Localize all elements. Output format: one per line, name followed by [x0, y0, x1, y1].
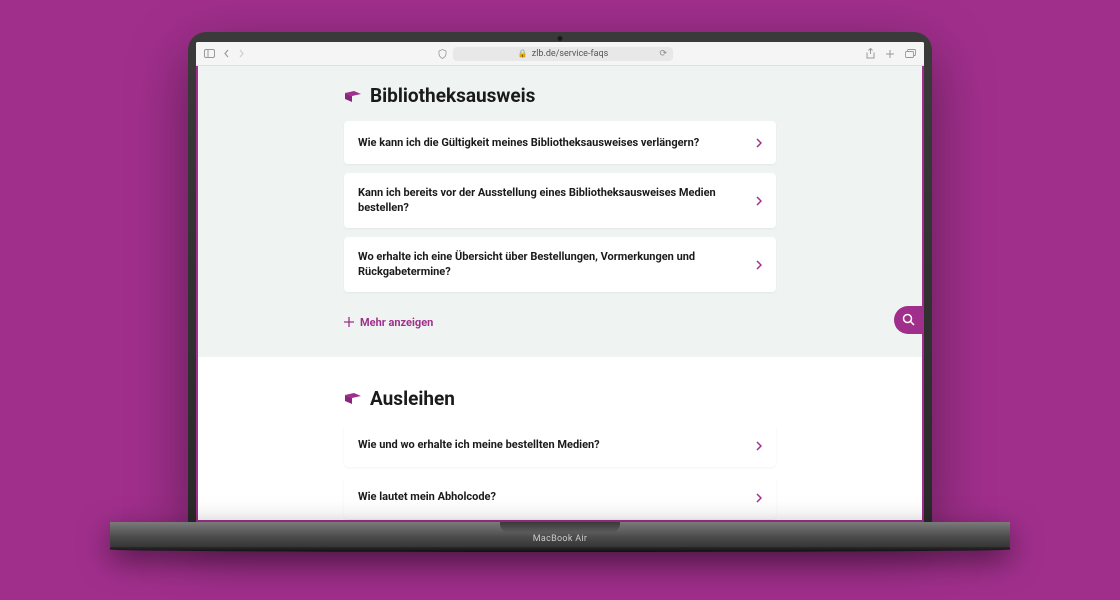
sidebar-toggle-icon[interactable] [204, 49, 215, 58]
url-text: zlb.de/service-faqs [532, 49, 609, 59]
camera-dot [558, 36, 563, 41]
site-content: Bibliotheksausweis Wie kann ich die Gült… [196, 66, 924, 522]
laptop-label: MacBook Air [533, 534, 588, 544]
section-heading: Ausleihen [344, 387, 776, 410]
screen: 🔒 zlb.de/service-faqs ⟳ [196, 42, 924, 522]
book-icon [344, 89, 362, 103]
section-heading: Bibliotheksausweis [344, 84, 776, 107]
laptop-mockup: 🔒 zlb.de/service-faqs ⟳ [188, 32, 932, 550]
chevron-right-icon [756, 436, 762, 455]
chevron-right-icon [756, 191, 762, 210]
laptop-base: MacBook Air [110, 522, 1010, 550]
faq-section-ausleihen: Ausleihen Wie und wo erhalte ich meine b… [198, 357, 922, 522]
tabs-icon[interactable] [905, 49, 916, 58]
plus-icon [344, 317, 354, 327]
show-more-button[interactable]: Mehr anzeigen [344, 316, 776, 329]
faq-item[interactable]: Wie kann ich die Gültigkeit meines Bibli… [344, 121, 776, 164]
lock-icon: 🔒 [518, 49, 528, 58]
faq-list: Wie kann ich die Gültigkeit meines Bibli… [344, 121, 776, 292]
laptop-screen-bezel: 🔒 zlb.de/service-faqs ⟳ [188, 32, 932, 522]
faq-question: Wie kann ich die Gültigkeit meines Bibli… [358, 135, 699, 150]
chevron-right-icon [756, 488, 762, 507]
faq-item[interactable]: Wie lautet mein Abholcode? [344, 476, 776, 519]
show-more-label: Mehr anzeigen [360, 316, 433, 329]
chevron-right-icon [756, 255, 762, 274]
chevron-right-icon [756, 133, 762, 152]
faq-item[interactable]: Wo erhalte ich eine Übersicht über Beste… [344, 237, 776, 292]
section-title: Bibliotheksausweis [370, 84, 535, 107]
book-icon [344, 391, 362, 405]
faq-item[interactable]: Wie und wo erhalte ich meine bestellten … [344, 424, 776, 467]
faq-item[interactable]: Kann ich bereits vor der Ausstellung ein… [344, 173, 776, 228]
faq-question: Wie und wo erhalte ich meine bestellten … [358, 437, 600, 452]
back-icon[interactable] [223, 49, 230, 58]
browser-toolbar: 🔒 zlb.de/service-faqs ⟳ [196, 42, 924, 66]
share-icon[interactable] [866, 48, 875, 59]
forward-icon[interactable] [238, 49, 245, 58]
faq-question: Kann ich bereits vor der Ausstellung ein… [358, 185, 744, 216]
faq-list: Wie und wo erhalte ich meine bestellten … [344, 424, 776, 519]
faq-question: Wie lautet mein Abholcode? [358, 489, 496, 504]
new-tab-icon[interactable] [885, 49, 895, 59]
search-fab[interactable] [894, 306, 922, 334]
refresh-icon[interactable]: ⟳ [659, 49, 667, 59]
section-title: Ausleihen [370, 387, 455, 410]
laptop-notch [500, 522, 620, 532]
search-icon [902, 311, 915, 330]
shield-icon[interactable] [438, 49, 447, 59]
faq-question: Wo erhalte ich eine Übersicht über Beste… [358, 249, 744, 280]
laptop-base-edge [110, 547, 1010, 552]
faq-section-bibliotheksausweis: Bibliotheksausweis Wie kann ich die Gült… [198, 66, 922, 357]
url-bar[interactable]: 🔒 zlb.de/service-faqs ⟳ [453, 47, 673, 61]
